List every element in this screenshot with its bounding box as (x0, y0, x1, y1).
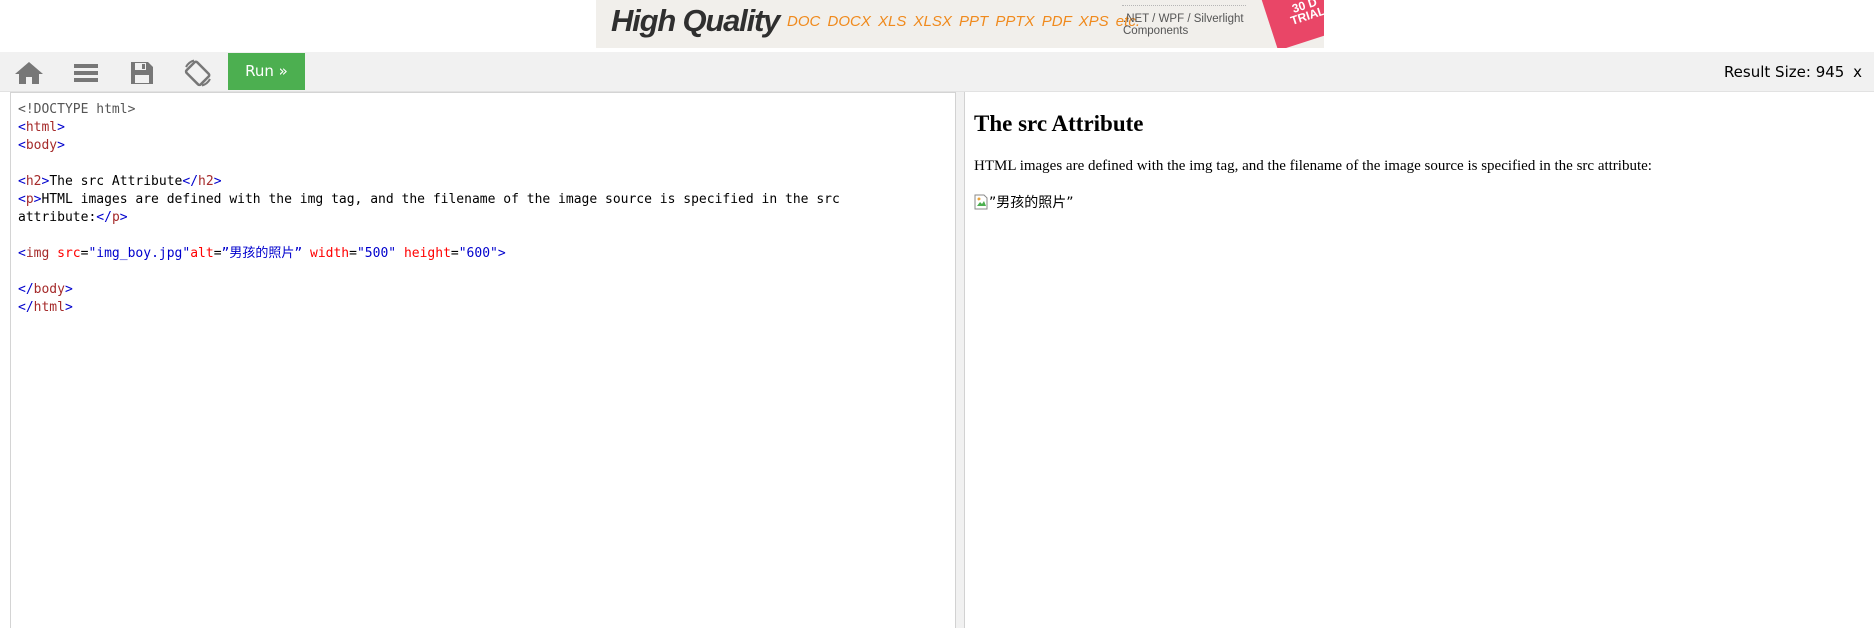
code-value: "img_boy.jpg" (88, 246, 191, 261)
result-heading: The src Attribute (974, 111, 1144, 136)
code-tag: p (25, 192, 34, 207)
ad-components-line1: .NET / WPF / Silverlight (1123, 13, 1244, 25)
code-editor-pane[interactable]: <!DOCTYPE html> <html> <body> <h2>The sr… (10, 92, 955, 628)
code-attr: height (403, 246, 451, 261)
result-pane: The src Attribute HTML images are define… (965, 92, 1874, 628)
code-tag: html (25, 120, 58, 135)
code-attr: alt (190, 246, 214, 261)
ad-components: .NET / WPF / Silverlight Components (1123, 13, 1244, 37)
result-size-value: 945 (1815, 63, 1845, 81)
code-text: HTML images are defined with the img tag… (41, 192, 840, 207)
broken-image-alt: ”男孩的照片” (989, 195, 1074, 211)
code-tag: h2 (25, 174, 42, 189)
ad-formats: DOC DOCX XLS XLSX PPT PPTX PDF XPS etc. (787, 13, 1140, 30)
code-doctype: <!DOCTYPE html> (18, 102, 136, 117)
run-button[interactable]: Run » (228, 53, 305, 90)
home-icon[interactable] (12, 58, 46, 88)
code-attr: src (57, 246, 81, 261)
code-attr: width (310, 246, 350, 261)
rotate-icon[interactable] (181, 58, 215, 88)
ad-headline: High Quality (611, 3, 780, 38)
code-tag: p (111, 210, 120, 225)
ad-divider (1122, 5, 1246, 6)
code-text: attribute: (18, 210, 97, 225)
toolbar: Run » Result Size: 945 x (0, 52, 1874, 92)
advertisement-banner[interactable]: High Quality DOC DOCX XLS XLSX PPT PPTX … (596, 0, 1324, 48)
code-value: "500" (356, 246, 397, 261)
result-size-indicator: Result Size: 945 x (1724, 63, 1862, 81)
result-size-label: Result Size: (1723, 63, 1811, 81)
code-tag: img (25, 246, 50, 261)
pane-resize-handle[interactable] (955, 92, 965, 628)
code-tag: body (25, 138, 58, 153)
save-icon[interactable] (124, 58, 158, 88)
code-tag: body (33, 282, 65, 297)
code-text: The src Attribute (49, 174, 183, 189)
result-paragraph: HTML images are defined with the img tag… (974, 158, 1652, 174)
code-editor[interactable]: <!DOCTYPE html> <html> <body> <h2>The sr… (18, 101, 840, 317)
code-tag: html (33, 300, 65, 315)
code-value: ”男孩的照片” (221, 246, 303, 261)
banner-strip: High Quality DOC DOCX XLS XLSX PPT PPTX … (0, 0, 1874, 52)
broken-image: ”男孩的照片” (974, 192, 1074, 212)
code-value: "600" (458, 246, 498, 261)
ad-trial-ribbon[interactable]: 30 D TRIAL (1259, 0, 1324, 48)
result-size-close[interactable]: x (1853, 63, 1862, 81)
ad-components-line2: Components (1123, 25, 1189, 37)
menu-icon[interactable] (69, 58, 103, 88)
broken-image-icon (974, 194, 988, 210)
code-tag: h2 (198, 174, 214, 189)
